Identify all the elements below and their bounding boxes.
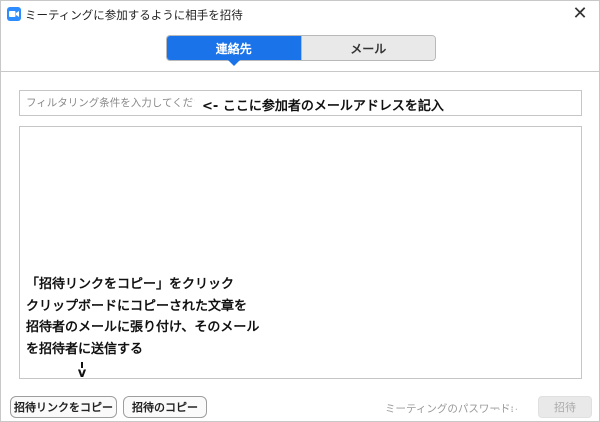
arrow-head: v (77, 366, 87, 381)
active-tab-caret (227, 60, 240, 66)
invite-dialog: ミーティングに参加するように相手を招待 ✕ 連絡先 メール <- ここに参加者の… (0, 0, 600, 422)
close-icon[interactable]: ✕ (569, 3, 591, 25)
tab-contacts-label: 連絡先 (215, 41, 252, 56)
contact-list[interactable]: 「招待リンクをコピー」をクリック クリップボードにコピーされた文章を 招待者のメ… (19, 126, 582, 381)
instruction-line: を招待者に送信する (26, 341, 144, 357)
instruction-annotation: 「招待リンクをコピー」をクリック クリップボードにコピーされた文章を 招待者のメ… (26, 274, 259, 360)
tab-email-label: メール (350, 41, 387, 56)
header-divider (1, 71, 599, 72)
zoom-app-icon (7, 7, 21, 21)
filter-input[interactable] (20, 91, 195, 115)
meeting-password-value: ...... (493, 401, 520, 413)
tab-group: 連絡先 メール (166, 35, 436, 66)
footer-bar: 招待リンクをコピー 招待のコピー ミーティングのパスワード: ...... 招待 (1, 384, 599, 422)
filter-annotation: <- ここに参加者のメールアドレスを記入 (202, 99, 444, 114)
instruction-line: 「招待リンクをコピー」をクリック (26, 277, 235, 292)
tab-contacts[interactable]: 連絡先 (167, 36, 301, 66)
instruction-line: クリップボードにコピーされた文章を (26, 298, 248, 314)
tab-email[interactable]: メール (300, 36, 435, 60)
instruction-line: 招待者のメールに張り付け、そのメール (26, 320, 260, 335)
copy-invite-link-button[interactable]: 招待リンクをコピー (10, 396, 117, 418)
invite-button[interactable]: 招待 (538, 396, 592, 418)
down-arrow-annotation: v (77, 362, 87, 381)
filter-box: <- ここに参加者のメールアドレスを記入 (19, 90, 582, 116)
window-title: ミーティングに参加するように相手を招待 (25, 8, 243, 22)
copy-invitation-button[interactable]: 招待のコピー (123, 396, 207, 418)
title-bar: ミーティングに参加するように相手を招待 ✕ (1, 1, 599, 28)
